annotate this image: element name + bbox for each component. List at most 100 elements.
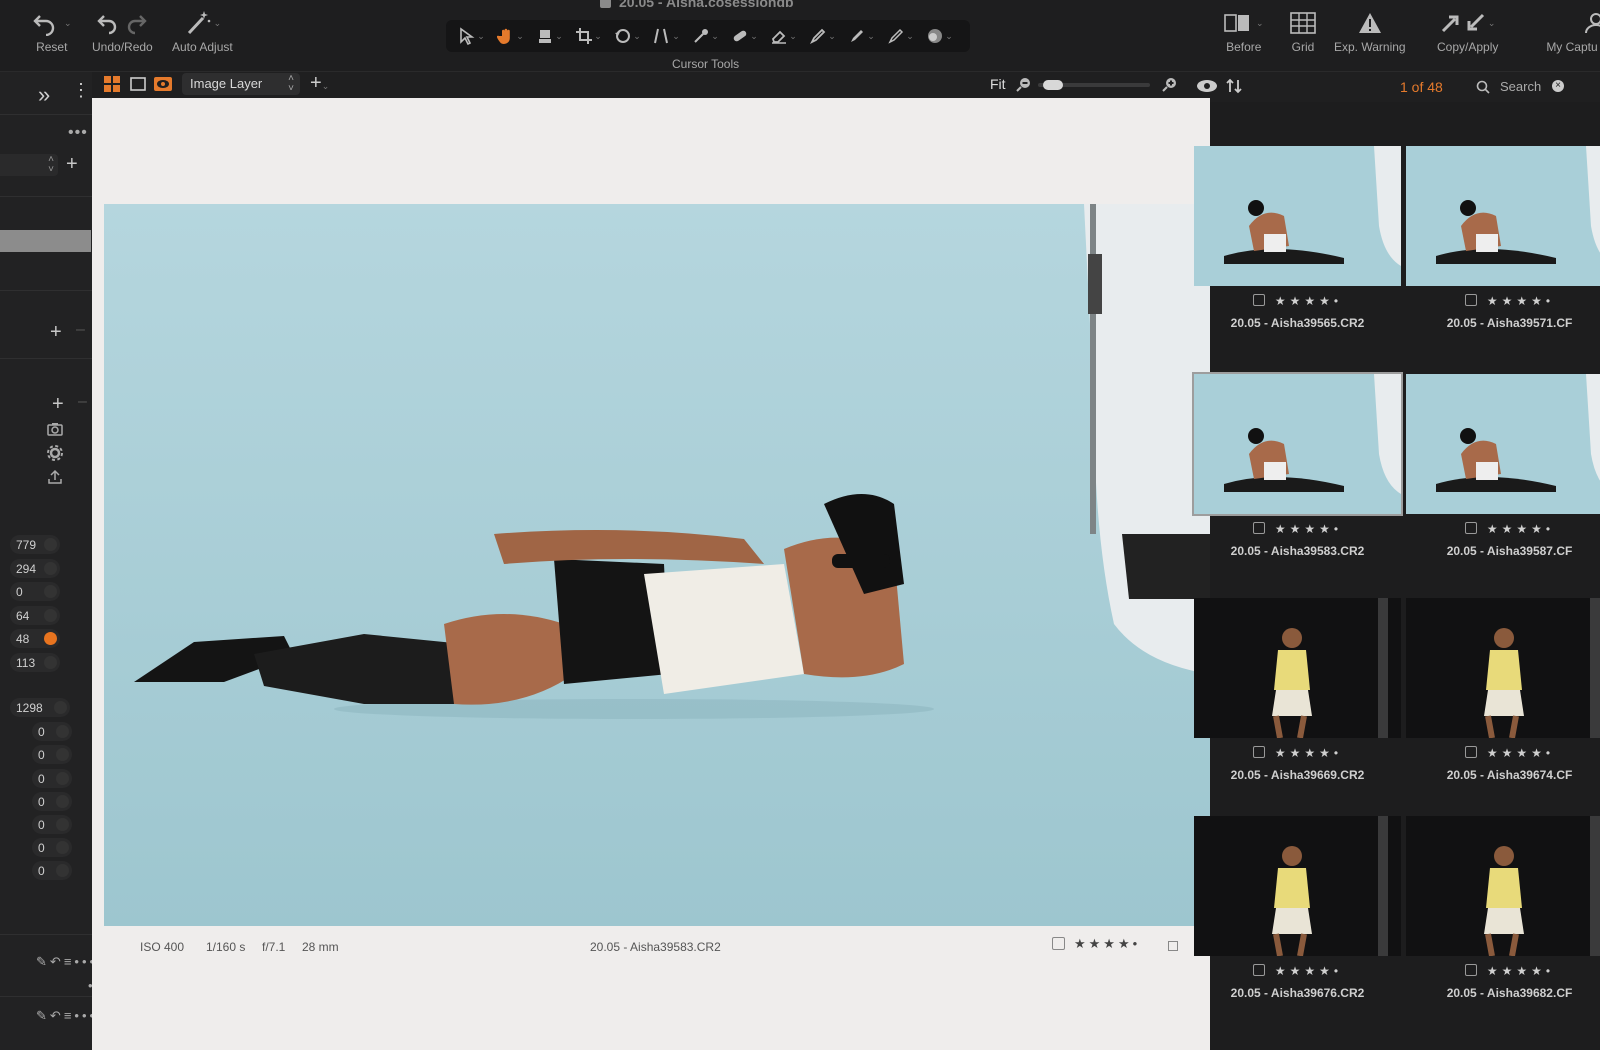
thumbnail[interactable]	[1406, 598, 1600, 738]
adjustment-value-pill[interactable]: 294	[10, 559, 60, 578]
thumbnail-star-rating[interactable]: ★★★★•	[1275, 294, 1342, 308]
rotate-icon[interactable]: ⌄	[608, 22, 647, 50]
slider-knob[interactable]	[56, 725, 69, 738]
thumbnail-star-rating[interactable]: ★★★★•	[1487, 294, 1554, 308]
thumbnail-select-checkbox[interactable]	[1464, 964, 1477, 976]
thumbnail[interactable]	[1194, 598, 1401, 738]
adjustment-value-pill[interactable]: 0	[32, 769, 72, 788]
panel-options-icon[interactable]: •••	[68, 124, 88, 142]
thumbnail-star-rating[interactable]: ★★★★•	[1275, 964, 1342, 978]
viewer-select-checkbox[interactable]	[1052, 937, 1065, 950]
adjustment-value-pill[interactable]: 0	[32, 838, 72, 857]
adjustment-value-pill[interactable]: 64	[10, 606, 60, 625]
thumbnail-select-checkbox[interactable]	[1252, 964, 1265, 976]
slider-knob[interactable]	[56, 864, 69, 877]
adjustment-value-pill[interactable]: 0	[32, 722, 72, 741]
layer-select[interactable]: Image Layer ˄ ˅	[182, 73, 300, 95]
fill-icon[interactable]: ⌄	[881, 22, 920, 50]
adjustment-value-pill[interactable]: 0	[32, 861, 72, 880]
gradient-icon[interactable]: ⌄	[842, 22, 881, 50]
thumbnail-select-checkbox[interactable]	[1464, 522, 1477, 534]
adjustment-value-pill[interactable]: 0	[10, 582, 60, 601]
thumbnail-star-rating[interactable]: ★★★★•	[1487, 964, 1554, 978]
wrench-icon[interactable]: ✎	[36, 954, 50, 969]
exp-warning-button[interactable]: Exp. Warning	[1334, 6, 1406, 54]
thumbnail[interactable]	[1194, 816, 1401, 956]
select-icon[interactable]: ⌄	[452, 22, 491, 50]
thumbnail[interactable]	[1406, 374, 1600, 514]
sort-icon[interactable]	[1226, 78, 1242, 94]
thumbnail-star-rating[interactable]: ★★★★•	[1275, 522, 1342, 536]
slider-knob[interactable]	[44, 538, 57, 551]
fit-label[interactable]: Fit	[990, 76, 1006, 92]
single-view-icon[interactable]	[130, 76, 146, 92]
slider-knob[interactable]	[56, 748, 69, 761]
undo-redo-button[interactable]: Undo/Redo	[92, 6, 153, 54]
brush-icon[interactable]: ⌄	[803, 22, 842, 50]
add-layer-menu[interactable]: +⌄	[310, 72, 329, 95]
thumbnail-select-checkbox[interactable]	[1464, 294, 1477, 306]
wrench-icon[interactable]: ✎	[36, 1008, 50, 1023]
color-picker-icon[interactable]: ⌄	[920, 22, 959, 50]
thumbnail-star-rating[interactable]: ★★★★•	[1487, 746, 1554, 760]
preset-stepper[interactable]: ˄ ˅	[0, 154, 58, 176]
my-capture-button[interactable]: My Captu	[1544, 6, 1600, 54]
eraser-icon[interactable]: ⌄	[764, 22, 803, 50]
heal-icon[interactable]: ⌄	[725, 22, 764, 50]
adjustment-value-pill[interactable]: 1298	[10, 698, 70, 717]
add-preset-button[interactable]: +	[66, 154, 78, 174]
zoom-slider-knob[interactable]	[1042, 80, 1063, 90]
adjustment-value-pill[interactable]: 0	[32, 745, 72, 764]
spot-icon[interactable]: ⌄	[686, 22, 725, 50]
thumbnail[interactable]	[1406, 816, 1600, 956]
slider-knob[interactable]	[56, 795, 69, 808]
grid-button[interactable]: Grid	[1290, 6, 1316, 54]
copy-apply-button[interactable]: ⌄ Copy/Apply	[1437, 6, 1498, 54]
slider-knob[interactable]	[56, 818, 69, 831]
search-field[interactable]: Search ×	[1472, 77, 1592, 97]
slider-knob[interactable]	[44, 632, 57, 645]
zoom-slider[interactable]	[1038, 80, 1150, 90]
crop-icon[interactable]: ⌄	[569, 22, 608, 50]
reset-small-icon[interactable]: ↶	[50, 1008, 64, 1023]
thumbnail-star-rating[interactable]: ★★★★•	[1487, 522, 1554, 536]
gear-icon[interactable]	[46, 444, 64, 462]
more-menu-icon[interactable]: ⋮	[72, 80, 90, 101]
clear-search-icon[interactable]: ×	[1552, 80, 1564, 92]
thumbnail-star-rating[interactable]: ★★★★•	[1275, 746, 1342, 760]
slider-knob[interactable]	[44, 585, 57, 598]
thumbnail[interactable]	[1192, 372, 1403, 516]
slider-knob[interactable]	[54, 701, 67, 714]
list-icon[interactable]: ≡	[64, 1008, 75, 1023]
thumbnail[interactable]	[1194, 146, 1401, 286]
thumbnail-select-checkbox[interactable]	[1252, 746, 1265, 758]
slider-knob[interactable]	[44, 656, 57, 669]
add-layer-button[interactable]: +	[50, 322, 62, 342]
export-icon[interactable]	[46, 468, 64, 486]
hand-icon[interactable]: ⌄	[491, 22, 530, 50]
thumbnail-select-checkbox[interactable]	[1252, 294, 1265, 306]
eye-icon[interactable]	[1196, 78, 1218, 94]
zoom-in-icon[interactable]	[1162, 76, 1178, 92]
thumbnail-select-checkbox[interactable]	[1464, 746, 1477, 758]
thumbnail-select-checkbox[interactable]	[1252, 522, 1265, 534]
slider-knob[interactable]	[56, 841, 69, 854]
reset-small-icon[interactable]: ↶	[50, 954, 64, 969]
adjustment-value-pill[interactable]: 779	[10, 535, 60, 554]
add-style-button[interactable]: +	[52, 394, 64, 414]
list-icon[interactable]: ≡	[64, 954, 75, 969]
loupe-icon[interactable]: ⌄	[530, 22, 569, 50]
adjustment-value-pill[interactable]: 48	[10, 629, 60, 648]
before-button[interactable]: ⌄ Before	[1224, 6, 1264, 54]
auto-adjust-button[interactable]: ⌄ Auto Adjust	[172, 6, 233, 54]
selected-layer-row[interactable]	[0, 230, 91, 252]
zoom-out-icon[interactable]	[1016, 76, 1032, 92]
thumbnail[interactable]	[1406, 146, 1600, 286]
adjustment-value-pill[interactable]: 0	[32, 815, 72, 834]
adjustment-value-pill[interactable]: 0	[32, 792, 72, 811]
grid-view-icon[interactable]	[104, 76, 120, 92]
expand-panel-icon[interactable]: »	[38, 82, 50, 108]
slider-knob[interactable]	[56, 772, 69, 785]
slider-knob[interactable]	[44, 562, 57, 575]
reset-button[interactable]: ⌄ Reset	[32, 6, 72, 54]
